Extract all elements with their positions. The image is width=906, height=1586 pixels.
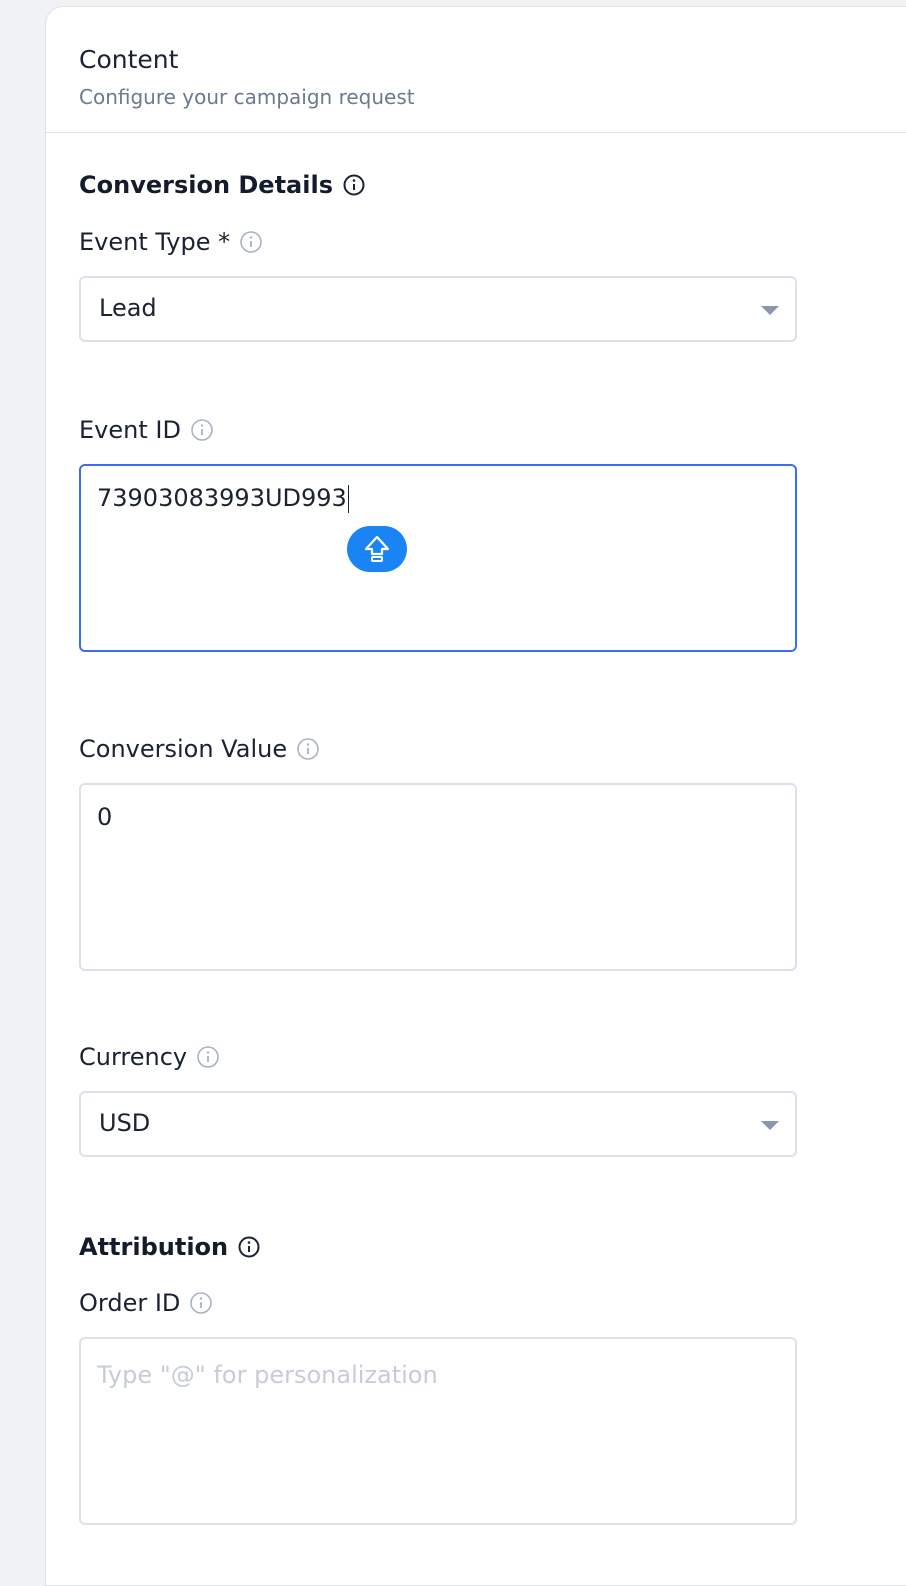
event-type-label: Event Type * (79, 228, 262, 256)
conversion-value-label: Conversion Value (79, 735, 319, 763)
currency-label: Currency (79, 1043, 219, 1071)
event-id-label-text: Event ID (79, 416, 181, 444)
event-type-label-text: Event Type * (79, 228, 231, 256)
conversion-value-textarea[interactable]: 0 (79, 783, 797, 971)
info-icon[interactable] (240, 231, 262, 253)
event-type-selected-value: Lead (99, 294, 157, 322)
info-icon[interactable] (197, 1046, 219, 1068)
panel-subtitle: Configure your campaign request (79, 85, 415, 109)
chevron-down-icon (761, 1121, 779, 1130)
shift-key-badge[interactable] (347, 526, 407, 572)
conversion-value-label-text: Conversion Value (79, 735, 288, 763)
order-id-textarea[interactable]: Type "@" for personalization (79, 1337, 797, 1525)
currency-selected-value: USD (99, 1109, 151, 1137)
section-title-conversion-details: Conversion Details (79, 171, 365, 199)
event-id-text: 73903083993UD993 (97, 484, 347, 512)
info-icon[interactable] (190, 1292, 213, 1314)
section-title-label: Conversion Details (79, 171, 333, 199)
panel-header: Content Configure your campaign request (46, 7, 906, 133)
order-id-label-text: Order ID (79, 1289, 181, 1317)
content-panel: Content Configure your campaign request … (45, 6, 906, 1586)
order-id-label: Order ID (79, 1289, 213, 1317)
event-type-select[interactable]: Lead (79, 276, 797, 342)
event-id-value: 73903083993UD993 (97, 484, 349, 513)
order-id-placeholder: Type "@" for personalization (97, 1361, 438, 1389)
currency-select[interactable]: USD (79, 1091, 797, 1157)
currency-label-text: Currency (79, 1043, 188, 1071)
section-title-attribution: Attribution (79, 1233, 260, 1261)
info-icon[interactable] (297, 738, 319, 760)
info-icon[interactable] (238, 1236, 260, 1258)
event-id-textarea[interactable]: 73903083993UD993 (79, 464, 797, 652)
text-cursor (347, 485, 349, 513)
panel-title: Content (79, 45, 179, 74)
section-title-label: Attribution (79, 1233, 229, 1261)
event-id-label: Event ID (79, 416, 213, 444)
info-icon[interactable] (343, 174, 365, 196)
conversion-value-value: 0 (97, 803, 113, 831)
shift-key-icon (364, 535, 390, 562)
info-icon[interactable] (191, 419, 213, 441)
chevron-down-icon (761, 306, 779, 315)
